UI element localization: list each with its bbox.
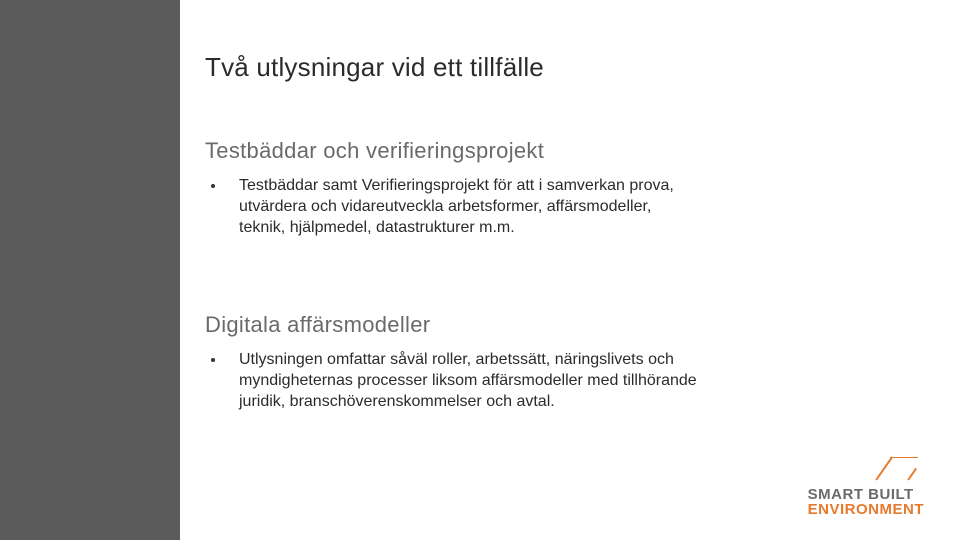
bullet-dot-icon (211, 358, 215, 362)
slide-content: Två utlysningar vid ett tillfälle Testbä… (205, 0, 905, 540)
logo-line-1: SMART BUILT (808, 487, 924, 503)
sidebar-block (0, 0, 180, 540)
logo-line-2: ENVIRONMENT (808, 502, 924, 518)
bullet-dot-icon (211, 184, 215, 188)
section-heading-1: Testbäddar och verifieringsprojekt (205, 138, 905, 164)
bullet-text-1: Testbäddar samt Verifieringsprojekt för … (239, 176, 699, 238)
bullet-item-1: Testbäddar samt Verifieringsprojekt för … (205, 176, 905, 238)
page-title: Två utlysningar vid ett tillfälle (205, 52, 905, 83)
section-heading-2: Digitala affärsmodeller (205, 312, 905, 338)
logo-mark-icon (870, 457, 918, 485)
bullet-item-2: Utlysningen omfattar såväl roller, arbet… (205, 350, 905, 412)
brand-logo: SMART BUILT ENVIRONMENT (808, 457, 924, 519)
bullet-text-2: Utlysningen omfattar såväl roller, arbet… (239, 350, 699, 412)
